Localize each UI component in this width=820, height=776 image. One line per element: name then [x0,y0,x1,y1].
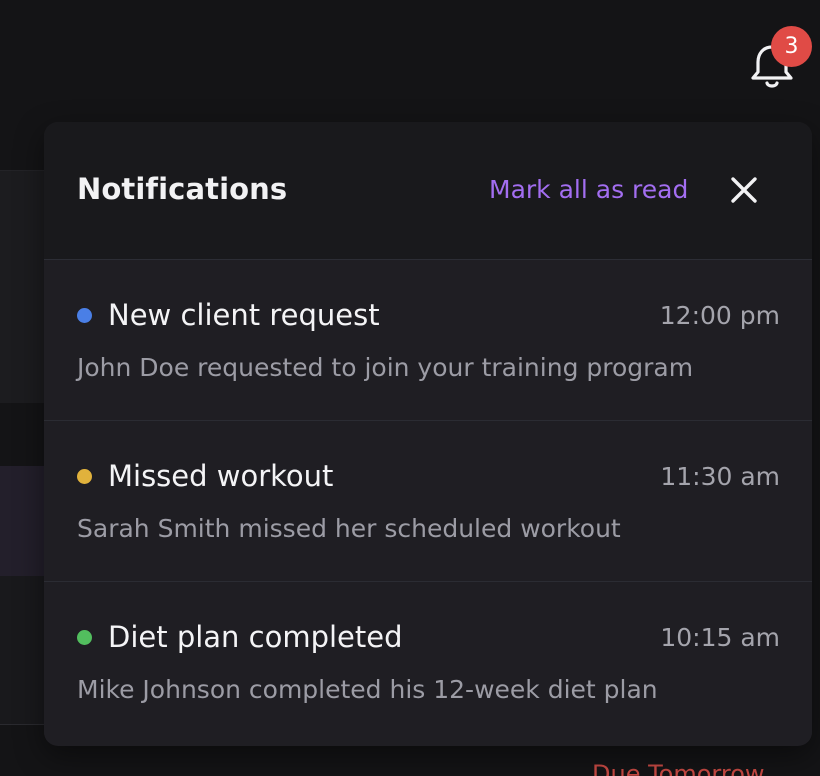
notification-title: Diet plan completed [108,620,403,654]
notification-list: New client request 12:00 pm John Doe req… [44,260,812,742]
notification-description: John Doe requested to join your training… [77,353,694,382]
notifications-panel-header: Notifications Mark all as read [44,122,812,260]
unread-dot [77,308,92,323]
notification-description: Mike Johnson completed his 12-week diet … [77,675,658,704]
notification-item[interactable]: Diet plan completed 10:15 am Mike Johnso… [44,582,812,742]
close-panel-button[interactable] [728,174,760,206]
unread-dot [77,469,92,484]
notification-time: 12:00 pm [659,301,780,330]
notification-item[interactable]: Missed workout 11:30 am Sarah Smith miss… [44,421,812,582]
notification-time: 10:15 am [660,623,780,652]
notification-description: Sarah Smith missed her scheduled workout [77,514,621,543]
mark-all-read-button[interactable]: Mark all as read [489,175,688,204]
notification-title: Missed workout [108,459,334,493]
notification-count-badge: 3 [771,26,812,67]
notifications-panel: Notifications Mark all as read New clien… [44,122,812,746]
background-due-label: Due Tomorrow [592,760,765,776]
notification-time: 11:30 am [660,462,780,491]
unread-dot [77,630,92,645]
notification-item[interactable]: New client request 12:00 pm John Doe req… [44,260,812,421]
close-icon [731,177,757,203]
notification-title: New client request [108,298,380,332]
app-background: Due Tomorrow 3 Notifications Mark all as… [0,0,820,776]
panel-title: Notifications [77,172,288,206]
